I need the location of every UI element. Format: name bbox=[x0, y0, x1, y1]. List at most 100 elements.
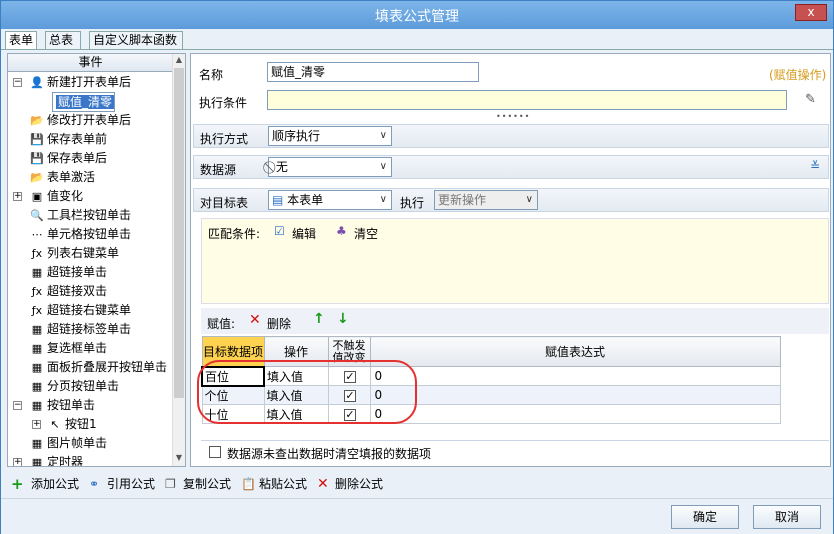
tree-item-icon: 🔍 bbox=[30, 209, 44, 222]
cell-expr[interactable]: 0 bbox=[369, 366, 781, 386]
tree-item-icon: ƒx bbox=[31, 304, 43, 317]
exec-mode-section: 执行方式 顺序执行 ∨ bbox=[193, 124, 829, 148]
delete-row-button[interactable]: 删除 bbox=[267, 315, 291, 332]
tree-item[interactable]: ƒx 列表右键菜单 bbox=[30, 244, 119, 263]
copy-formula-button[interactable]: 复制公式 bbox=[183, 473, 231, 495]
datasource-section: 数据源 ⃠ 无 ∨ ≚ bbox=[193, 155, 829, 179]
target-select[interactable]: ▤ 本表单 ∨ bbox=[268, 190, 392, 210]
tree-item[interactable]: 📂 表单激活 bbox=[30, 168, 95, 187]
tab-summary[interactable]: 总表 bbox=[45, 31, 81, 49]
event-tree: 👤 新建打开表单后 − 赋值_清零 📂 修改打开表单后 💾 保存表单前 💾 保存表单后 📂 表单激活 ▣… bbox=[8, 73, 173, 466]
run-select[interactable]: 更新操作 ∨ bbox=[434, 190, 538, 210]
close-button[interactable]: x bbox=[795, 4, 827, 21]
tab-form[interactable]: 表单 bbox=[5, 31, 37, 49]
tree-item[interactable]: ƒx 超链接双击 bbox=[30, 282, 107, 301]
tree-item[interactable]: 🔍 工具栏按钮单击 bbox=[30, 206, 131, 225]
name-input[interactable]: 赋值_清零 bbox=[267, 62, 479, 82]
add-formula-button[interactable]: 添加公式 bbox=[31, 473, 79, 495]
tree-item-icon: 👤 bbox=[30, 76, 44, 89]
tree-item[interactable]: 赋值_清零 bbox=[52, 92, 116, 112]
tree-item[interactable]: ▦ 面板折叠展开按钮单击 bbox=[30, 358, 167, 377]
tree-item[interactable]: ▦ 定时器 bbox=[30, 453, 83, 466]
tab-strip: 表单 总表 自定义脚本函数 bbox=[1, 31, 833, 49]
ref-formula-button[interactable]: 引用公式 bbox=[107, 473, 155, 495]
clear-on-empty-checkbox[interactable] bbox=[209, 446, 221, 458]
delete-x-icon[interactable]: ✕ bbox=[249, 312, 261, 328]
tree-item[interactable]: ƒx 超链接右键菜单 bbox=[30, 301, 131, 320]
condition-builder-icon[interactable]: ✎ bbox=[805, 92, 816, 107]
tree-item-icon: ▦ bbox=[31, 361, 43, 374]
tree-item[interactable]: 📂 修改打开表单后 bbox=[30, 111, 131, 130]
ok-button[interactable]: 确定 bbox=[671, 505, 739, 529]
tree-scrollbar[interactable]: ▲ ▼ bbox=[172, 54, 185, 466]
clear-broom-icon[interactable]: ♣ bbox=[336, 224, 347, 238]
datasource-select[interactable]: ⃠ 无 ∨ bbox=[268, 157, 392, 177]
tree-expander-icon[interactable]: + bbox=[32, 420, 41, 429]
tab-divider bbox=[1, 49, 833, 50]
tree-item-label: 列表右键菜单 bbox=[47, 246, 120, 260]
tree-item-icon: ▦ bbox=[31, 399, 43, 412]
tree-expander-icon[interactable]: + bbox=[13, 192, 22, 201]
tree-item[interactable]: ▦ 超链接标签单击 bbox=[30, 320, 131, 339]
tree-item[interactable]: 💾 保存表单前 bbox=[30, 130, 107, 149]
chevron-down-icon: ∨ bbox=[379, 130, 387, 141]
tree-item-icon: ▦ bbox=[31, 323, 43, 336]
tree-item-label: 超链接标签单击 bbox=[47, 322, 132, 336]
cell-expr[interactable]: 0 bbox=[369, 385, 781, 405]
tree-item-icon: ƒx bbox=[31, 285, 43, 298]
tree-item[interactable]: 💾 保存表单后 bbox=[30, 149, 107, 168]
col-expr-header[interactable]: 赋值表达式 bbox=[369, 336, 781, 367]
paste-formula-button[interactable]: 粘贴公式 bbox=[259, 473, 307, 495]
delete-formula-button[interactable]: 删除公式 bbox=[335, 473, 383, 495]
tree-expander-icon[interactable]: − bbox=[13, 401, 22, 410]
run-label: 执行 bbox=[400, 196, 425, 210]
clear-on-empty-label: 数据源未查出数据时清空填报的数据项 bbox=[227, 447, 432, 461]
tree-item-label: 图片帧单击 bbox=[47, 436, 108, 450]
scroll-down-icon[interactable]: ▼ bbox=[174, 453, 184, 465]
tree-item[interactable]: 👤 新建打开表单后 bbox=[30, 73, 131, 92]
cell-expr[interactable]: 0 bbox=[369, 404, 781, 424]
chevron-down-icon: ∨ bbox=[379, 161, 387, 172]
tree-item[interactable]: ▦ 图片帧单击 bbox=[30, 434, 107, 453]
tree-item-icon: ▦ bbox=[31, 380, 43, 393]
formula-toolbar: + 添加公式 ⚭ 引用公式 ❐ 复制公式 📋 粘贴公式 ✕ 删除公式 bbox=[1, 473, 833, 495]
edit-button[interactable]: 编辑 bbox=[292, 225, 316, 242]
tree-item[interactable]: ▦ 按钮单击 bbox=[30, 396, 95, 415]
tree-expander-icon[interactable]: + bbox=[13, 458, 22, 466]
scroll-thumb[interactable] bbox=[174, 68, 184, 398]
tree-item[interactable]: ⋯ 单元格按钮单击 bbox=[30, 225, 132, 244]
add-plus-icon[interactable]: + bbox=[11, 473, 24, 495]
tree-item[interactable]: ▦ 复选框单击 bbox=[30, 339, 107, 358]
tree-item[interactable]: ▦ 分页按钮单击 bbox=[30, 377, 119, 396]
tree-item[interactable]: ↖ 按钮1 bbox=[48, 415, 97, 434]
link-icon[interactable]: ⚭ bbox=[89, 473, 99, 495]
tree-item-label: 新建打开表单后 bbox=[47, 75, 132, 89]
splitter-grip-icon[interactable]: •••••• bbox=[496, 112, 530, 121]
cancel-button[interactable]: 取消 bbox=[753, 505, 821, 529]
edit-icon[interactable]: ☑ bbox=[274, 224, 285, 238]
tree-item-icon: ▦ bbox=[31, 437, 43, 450]
tree-item-label: 超链接右键菜单 bbox=[47, 303, 132, 317]
tree-item[interactable]: ▣ 值变化 bbox=[30, 187, 83, 206]
copy-icon[interactable]: ❐ bbox=[165, 473, 176, 495]
tree-expander-icon[interactable]: − bbox=[13, 78, 22, 87]
tab-custom-script[interactable]: 自定义脚本函数 bbox=[89, 31, 183, 49]
table-icon: ▤ bbox=[272, 193, 284, 207]
tree-item-label: 定时器 bbox=[47, 455, 84, 466]
window-title: 填表公式管理 bbox=[375, 9, 459, 25]
paste-icon[interactable]: 📋 bbox=[241, 473, 256, 495]
exec-mode-select[interactable]: 顺序执行 ∨ bbox=[268, 126, 392, 146]
tree-item-icon: ▦ bbox=[31, 342, 43, 355]
tree-item-label: 按钮1 bbox=[65, 417, 97, 431]
condition-input[interactable] bbox=[267, 90, 787, 110]
move-down-arrow-icon[interactable]: ↓ bbox=[337, 311, 349, 327]
match-condition-area[interactable]: 匹配条件: ☑ 编辑 ♣ 清空 bbox=[201, 218, 829, 304]
scroll-up-icon[interactable]: ▲ bbox=[174, 55, 184, 67]
tree-item-label: 保存表单前 bbox=[47, 132, 108, 146]
tree-item-icon: ƒx bbox=[31, 247, 43, 260]
tree-item[interactable]: ▦ 超链接单击 bbox=[30, 263, 107, 282]
clear-button[interactable]: 清空 bbox=[354, 225, 378, 242]
expand-double-chevron-icon[interactable]: ≚ bbox=[810, 159, 820, 173]
move-up-arrow-icon[interactable]: ↑ bbox=[313, 311, 325, 327]
delete-x-icon[interactable]: ✕ bbox=[317, 473, 329, 495]
